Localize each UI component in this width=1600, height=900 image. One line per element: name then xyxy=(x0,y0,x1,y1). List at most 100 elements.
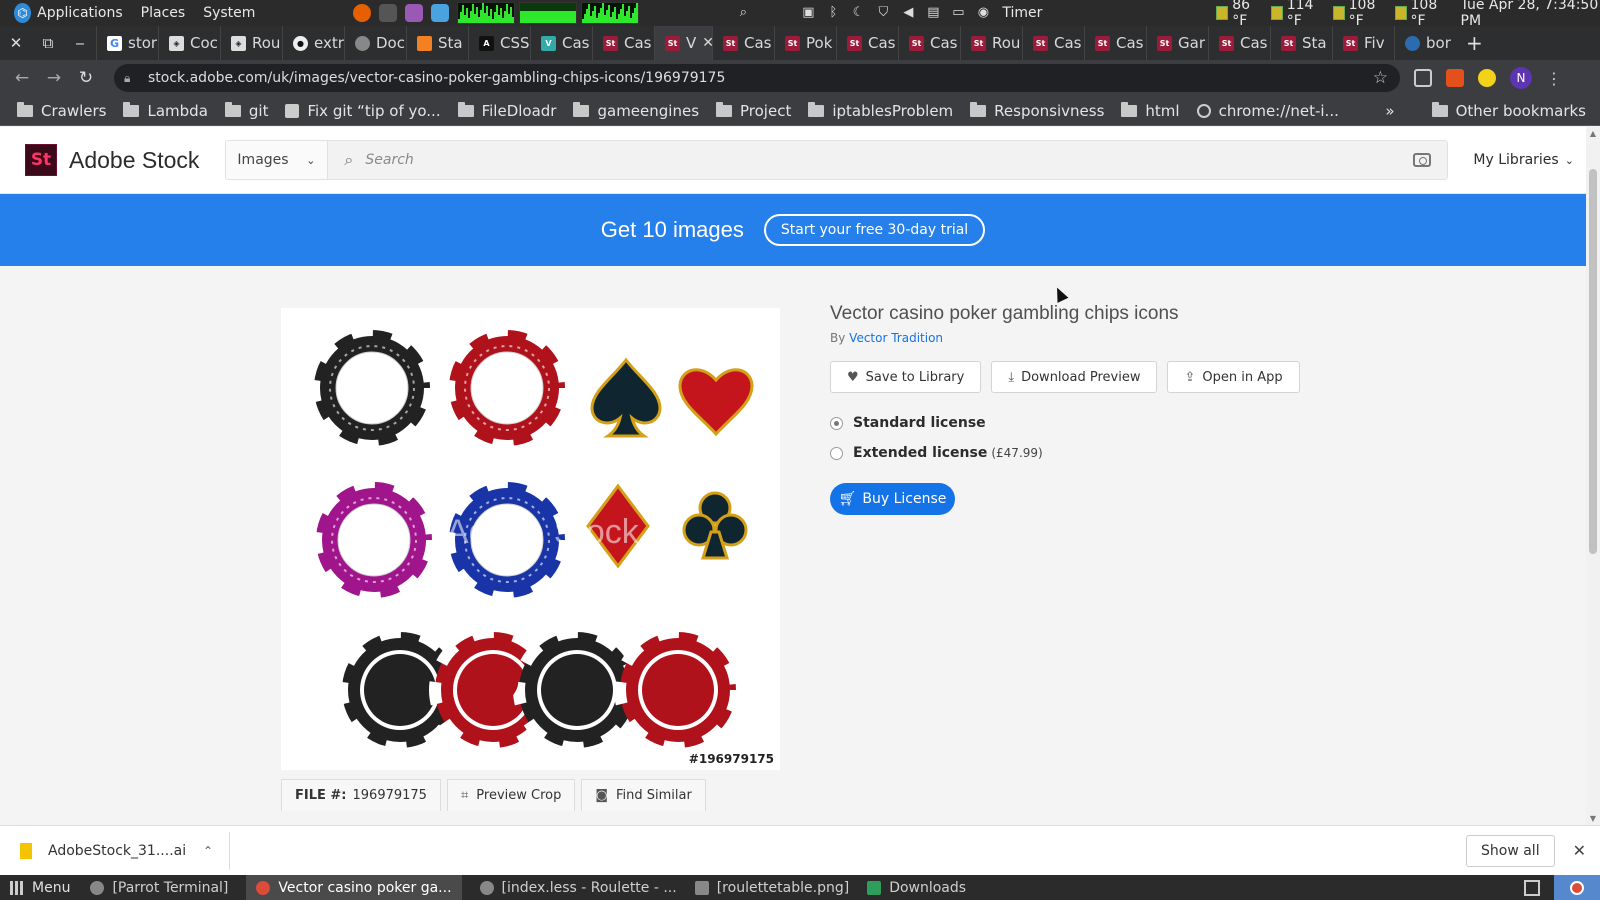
license-option-extended[interactable]: Extended license (£47.99) xyxy=(830,445,1530,461)
terminal-icon[interactable] xyxy=(379,4,398,22)
browser-tab[interactable]: St Pok xyxy=(774,26,836,60)
bookmark-item[interactable]: Lambda xyxy=(123,101,208,120)
browser-tab[interactable]: St Cas xyxy=(1022,26,1084,60)
notes-icon[interactable] xyxy=(431,4,450,22)
bookmark-item[interactable]: Crawlers xyxy=(17,101,106,120)
my-libraries-button[interactable]: My Libraries ⌄ xyxy=(1473,152,1574,168)
cast-extension-icon[interactable] xyxy=(1414,69,1432,87)
screenshot-icon[interactable]: ▣ xyxy=(800,5,816,21)
start-menu-button[interactable]: Menu xyxy=(10,880,70,896)
search-icon[interactable]: ⌕ xyxy=(735,5,751,21)
os-menu-places[interactable]: Places xyxy=(141,5,186,21)
browser-tab[interactable]: Gstor xyxy=(96,26,158,60)
bookmark-item[interactable]: Project xyxy=(716,101,791,120)
clock[interactable]: Tue Apr 28, 7:34:50 PM xyxy=(1461,0,1600,29)
browser-tab[interactable]: St Gar xyxy=(1146,26,1208,60)
parrot-logo-icon[interactable]: ⌬ xyxy=(14,3,32,23)
open-in-app-button[interactable]: ⇪ Open in App xyxy=(1167,361,1300,393)
shield-icon[interactable]: ⛉ xyxy=(875,5,891,21)
browser-tab[interactable]: St V ✕ xyxy=(654,26,712,60)
browser-tab[interactable]: St Cas xyxy=(1084,26,1146,60)
volume-icon[interactable]: ◀ xyxy=(900,5,916,21)
scroll-up-icon[interactable]: ▲ xyxy=(1586,129,1600,138)
url-text[interactable]: stock.adobe.com/uk/images/vector-casino-… xyxy=(148,70,725,86)
browser-tab[interactable]: St Cas xyxy=(836,26,898,60)
browser-tab[interactable]: St Rou xyxy=(960,26,1022,60)
workspace-switcher[interactable] xyxy=(1554,875,1600,900)
bookmark-item[interactable]: iptablesProblem xyxy=(808,101,953,120)
browser-tab[interactable]: ◈ Coc xyxy=(158,26,220,60)
search-input[interactable] xyxy=(365,152,1266,168)
page-scrollbar[interactable]: ▲ ▼ xyxy=(1586,127,1600,825)
bookmark-star-icon[interactable]: ☆ xyxy=(1373,68,1388,88)
visual-search-camera-icon[interactable] xyxy=(1413,153,1432,167)
text-editor-icon[interactable] xyxy=(405,4,424,22)
extension-icon[interactable] xyxy=(1446,69,1464,87)
close-icon[interactable]: ✕ xyxy=(1573,841,1586,860)
browser-tab[interactable]: Doc xyxy=(344,26,406,60)
os-menu-system[interactable]: System xyxy=(203,5,255,21)
show-all-downloads-button[interactable]: Show all xyxy=(1466,834,1555,867)
night-mode-icon[interactable]: ☾ xyxy=(850,5,866,21)
bookmarks-overflow-button[interactable]: » xyxy=(1385,102,1394,120)
lock-icon[interactable]: 🔒︎ xyxy=(124,71,140,86)
asset-preview-image[interactable]: Adobe Stock #196979175 xyxy=(281,308,780,770)
clipboard-icon[interactable]: ▤ xyxy=(925,5,941,21)
browser-tab[interactable]: St Cas xyxy=(898,26,960,60)
bluetooth-icon[interactable]: ᛒ xyxy=(825,5,841,21)
browser-menu-icon[interactable]: ⋮ xyxy=(1546,69,1562,88)
author-link[interactable]: Vector Tradition xyxy=(849,331,943,345)
minimize-window-icon[interactable]: ‒ xyxy=(64,34,96,52)
license-radio[interactable] xyxy=(830,416,843,430)
scrollbar-thumb[interactable] xyxy=(1589,169,1597,554)
other-bookmarks[interactable]: Other bookmarks xyxy=(1431,101,1586,120)
address-bar[interactable]: 🔒︎ stock.adobe.com/uk/images/vector-casi… xyxy=(114,64,1400,92)
taskbar-item-editor[interactable]: [index.less - Roulette - ... xyxy=(479,880,677,896)
browser-tab[interactable]: A CSS xyxy=(468,26,530,60)
license-option-standard[interactable]: Standard license xyxy=(830,415,1530,431)
browser-tab[interactable]: Sta xyxy=(406,26,468,60)
download-item[interactable]: AdobeStock_31....ai ⌃ xyxy=(20,831,230,870)
bookmark-item[interactable]: git xyxy=(224,101,268,120)
workspace-icon[interactable] xyxy=(1524,879,1540,896)
new-tab-button[interactable]: + xyxy=(1466,31,1483,55)
restore-window-icon[interactable]: ⧉ xyxy=(32,34,64,52)
taskbar-item-terminal[interactable]: [Parrot Terminal] xyxy=(90,880,228,896)
browser-tab[interactable]: St Sta xyxy=(1270,26,1332,60)
close-window-icon[interactable]: ✕ xyxy=(0,34,32,52)
bookmark-item[interactable]: chrome://net-i... xyxy=(1196,102,1339,120)
chevron-up-icon[interactable]: ⌃ xyxy=(203,844,213,858)
bookmark-item[interactable]: Responsivness xyxy=(970,101,1104,120)
taskbar-item-downloads[interactable]: Downloads xyxy=(867,880,966,896)
timer-label[interactable]: Timer xyxy=(1002,5,1042,21)
preview-crop-button[interactable]: ⌗ Preview Crop xyxy=(446,779,576,811)
license-radio[interactable] xyxy=(830,446,843,460)
profile-avatar[interactable]: N xyxy=(1510,67,1532,89)
taskbar-item-chrome[interactable]: Vector casino poker ga... xyxy=(246,875,462,900)
reload-button[interactable]: ↻ xyxy=(70,68,102,88)
download-filename[interactable]: AdobeStock_31....ai xyxy=(48,843,186,859)
browser-tab[interactable]: St Fiv xyxy=(1332,26,1394,60)
browser-tab[interactable]: ◈ Rou xyxy=(220,26,282,60)
browser-tab[interactable]: St Cas xyxy=(1208,26,1270,60)
adobe-stock-logo-icon[interactable]: St xyxy=(25,144,57,176)
bookmark-item[interactable]: Fix git “tip of yo... xyxy=(285,102,441,120)
taskbar-item-image[interactable]: [roulettetable.png] xyxy=(694,880,849,896)
free-trial-button[interactable]: Start your free 30-day trial xyxy=(763,214,986,246)
browser-tab[interactable]: bor xyxy=(1394,26,1456,60)
scroll-down-icon[interactable]: ▼ xyxy=(1586,814,1600,823)
browser-tab[interactable]: St Cas xyxy=(712,26,774,60)
bookmark-item[interactable]: gameengines xyxy=(573,101,699,120)
browser-tab[interactable]: V Cas xyxy=(530,26,592,60)
back-button[interactable]: ← xyxy=(6,68,38,88)
find-similar-button[interactable]: ◙ Find Similar xyxy=(581,779,706,811)
close-tab-icon[interactable]: ✕ xyxy=(702,35,712,51)
firefox-icon[interactable] xyxy=(353,4,372,22)
browser-tab[interactable]: St Cas xyxy=(592,26,654,60)
forward-button[interactable]: → xyxy=(38,68,70,88)
save-to-library-button[interactable]: ♥ Save to Library xyxy=(830,361,982,393)
browser-tab[interactable]: ● extr xyxy=(282,26,344,60)
buy-license-button[interactable]: 🛒︎ Buy License xyxy=(830,483,955,515)
os-menu-applications[interactable]: Applications xyxy=(37,5,123,21)
timer-icon[interactable]: ◉ xyxy=(975,5,991,21)
